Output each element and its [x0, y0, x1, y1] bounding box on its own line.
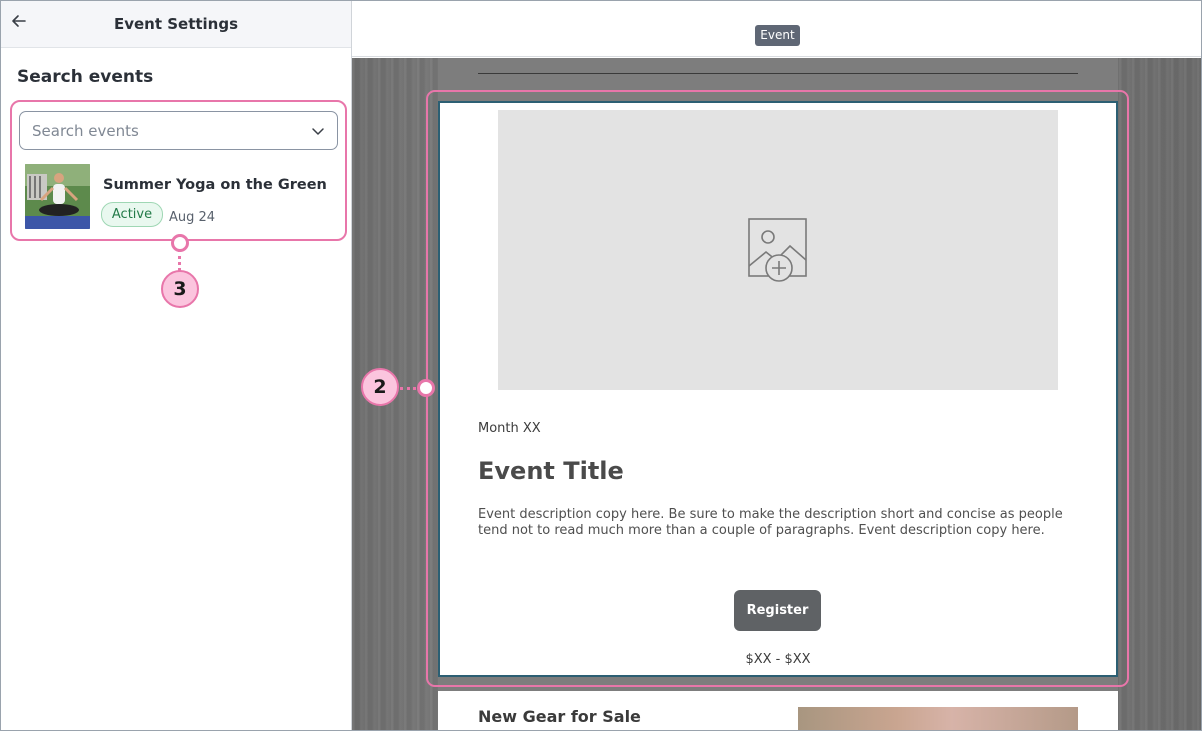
divider-line: [478, 73, 1078, 74]
section-image: [798, 707, 1078, 730]
callout-box-2: [426, 90, 1129, 687]
block-type-tag: Event: [755, 25, 800, 46]
panel-header: Event Settings: [1, 1, 351, 48]
search-heading: Search events: [17, 67, 154, 87]
section-title: New Gear for Sale: [478, 707, 641, 726]
panel-title: Event Settings: [113, 15, 239, 33]
step-marker-3: 3: [161, 270, 199, 308]
next-section[interactable]: New Gear for Sale: [438, 691, 1118, 730]
app-window: Event Settings Search events Search even…: [0, 0, 1202, 731]
callout-anchor-3: [171, 234, 189, 252]
callout-box-3: [10, 100, 347, 241]
callout-connector-3: [178, 249, 181, 271]
callout-anchor-2: [417, 379, 435, 397]
step-marker-2: 2: [361, 368, 399, 406]
editor-top-bar: Event: [352, 1, 1201, 57]
